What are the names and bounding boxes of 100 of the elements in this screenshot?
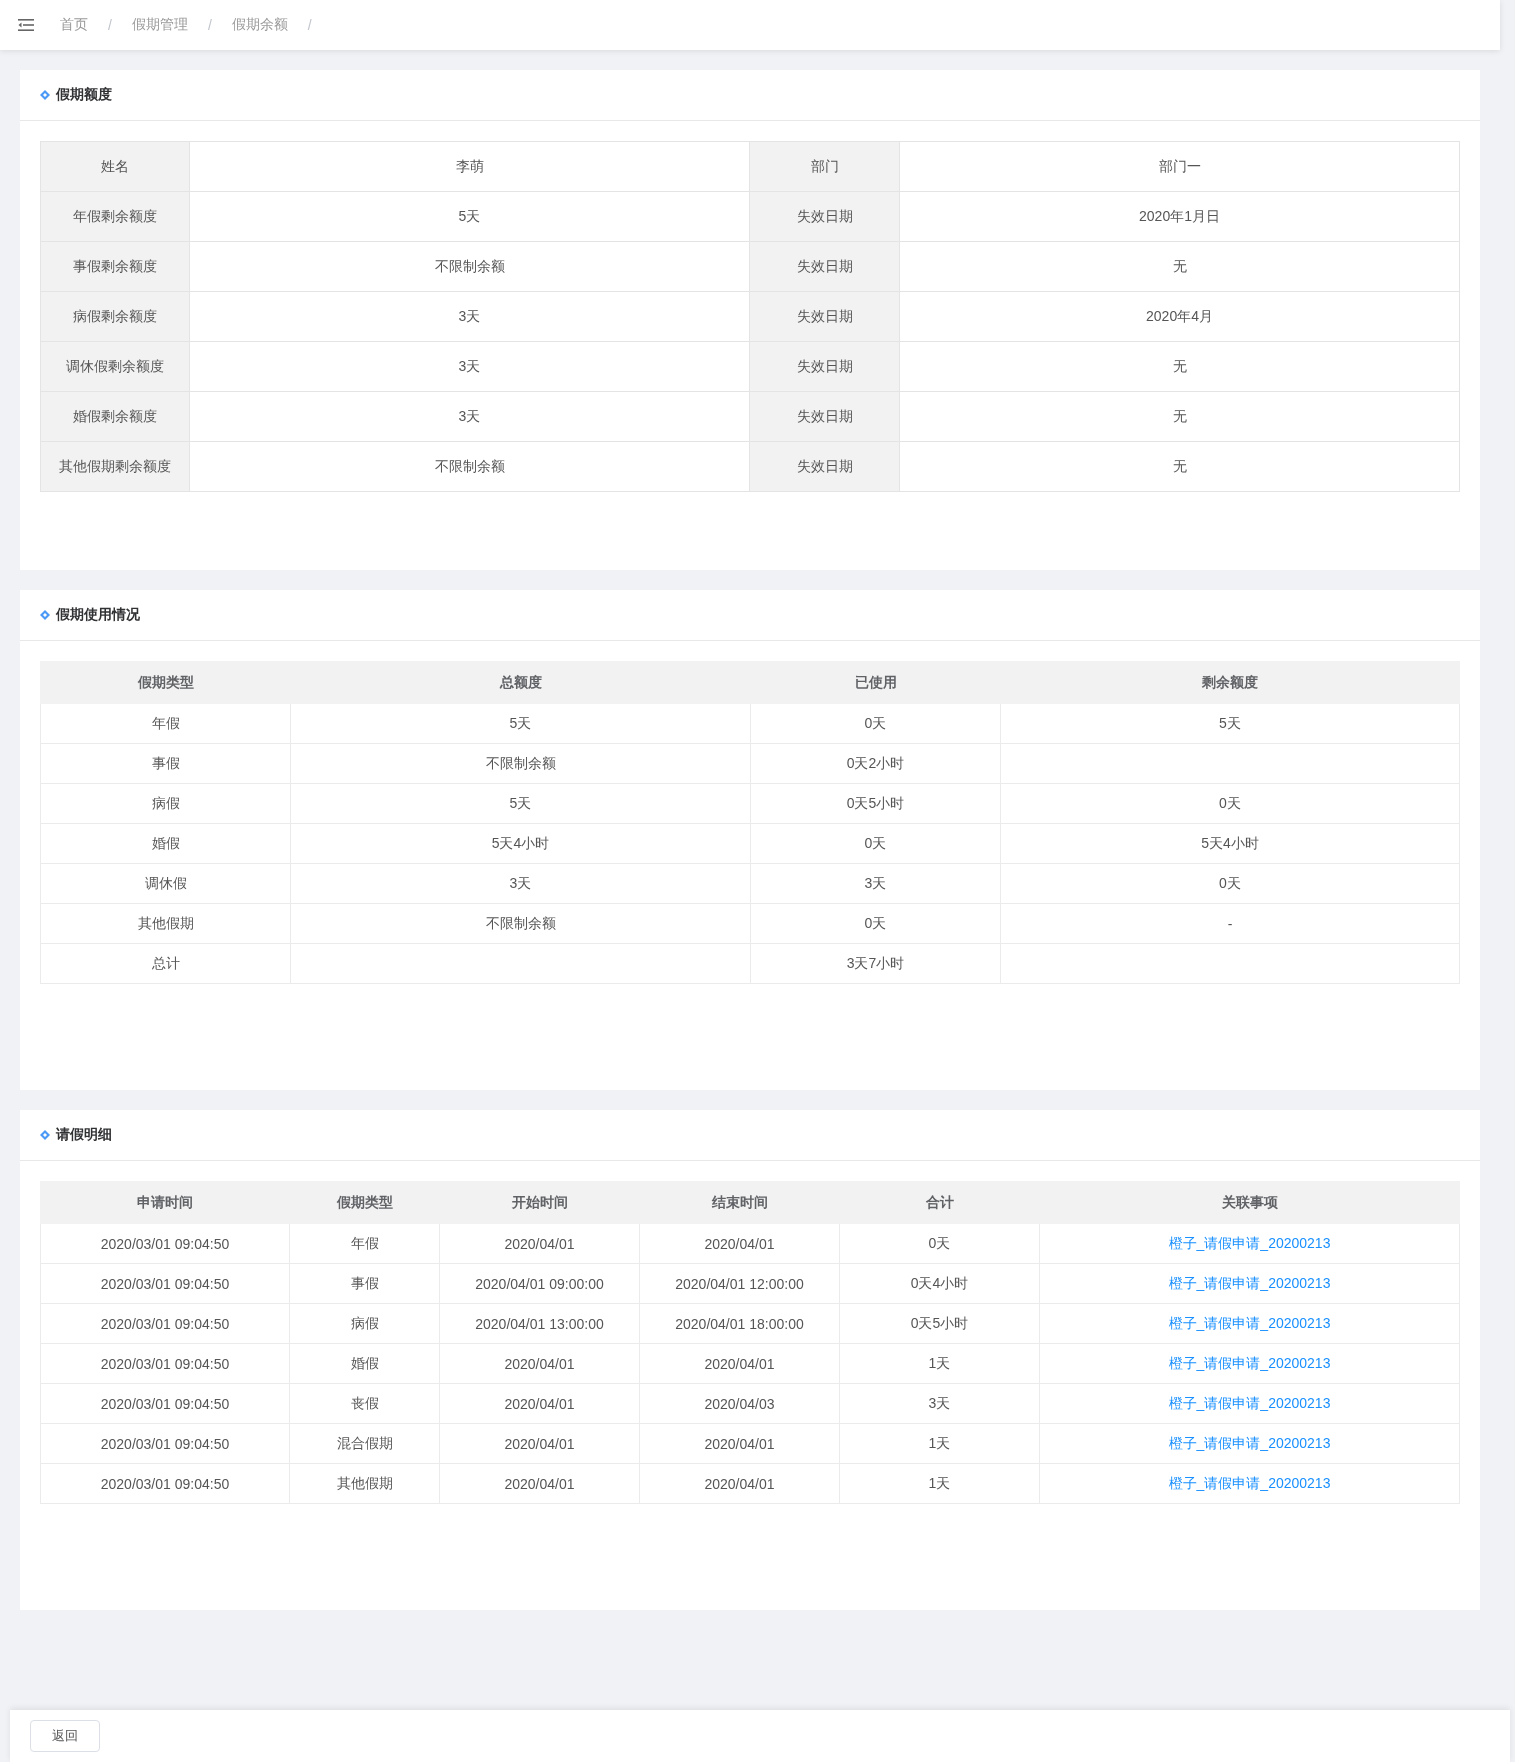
column-header: 开始时间 [439,1181,640,1224]
value-cell: 无 [899,441,1460,492]
table-cell: 1天 [839,1343,1040,1384]
value-cell: 李萌 [189,141,750,192]
section-title: 假期使用情况 [56,606,140,624]
column-header: 剩余额度 [1000,661,1460,704]
request-link[interactable]: 橙子_请假申请_20200213 [1168,1394,1331,1411]
request-link[interactable]: 橙子_请假申请_20200213 [1168,1354,1331,1371]
column-header: 申请时间 [40,1181,290,1224]
label-cell: 失效日期 [749,191,900,242]
table-cell: 年假 [289,1223,440,1264]
table-cell: 2020/03/01 09:04:50 [40,1463,290,1504]
table-cell: 年假 [40,703,291,744]
table-cell: 5天 [1000,703,1460,744]
breadcrumb-link[interactable]: 假期管理 [131,16,188,34]
table-cell: 2020/04/01 [439,1223,640,1264]
request-link[interactable]: 橙子_请假申请_20200213 [1168,1314,1331,1331]
section-title: 请假明细 [56,1126,112,1144]
menu-icon[interactable] [18,19,34,31]
table-cell: 2020/03/01 09:04:50 [40,1343,290,1384]
value-cell: 无 [899,241,1460,292]
table-cell: 0天5小时 [839,1303,1040,1344]
label-cell: 失效日期 [749,391,900,442]
table-cell: 3天 [750,863,1001,904]
column-header: 已使用 [750,661,1001,704]
table-cell: 0天2小时 [750,743,1001,784]
table-cell: 事假 [289,1263,440,1304]
table-cell: 2020/04/01 [439,1423,640,1464]
request-link[interactable]: 橙子_请假申请_20200213 [1168,1434,1331,1451]
label-cell: 事假剩余额度 [40,241,190,292]
table-cell: 5天4小时 [290,823,751,864]
request-link[interactable]: 橙子_请假申请_20200213 [1168,1474,1331,1491]
label-cell: 婚假剩余额度 [40,391,190,442]
table-cell: 2020/04/01 [639,1343,840,1384]
value-cell: 3天 [189,341,750,392]
table-cell: 婚假 [40,823,291,864]
table-cell: 2020/03/01 09:04:50 [40,1383,290,1424]
breadcrumb-link[interactable]: 假期余额 [231,16,288,34]
table-cell: 病假 [40,783,291,824]
table-cell: 1天 [839,1423,1040,1464]
table-cell: 0天 [750,823,1001,864]
request-link[interactable]: 橙子_请假申请_20200213 [1168,1234,1331,1251]
table-cell: 2020/04/01 [639,1223,840,1264]
table-cell: 0天 [750,903,1001,944]
back-button[interactable]: 返回 [30,1720,100,1752]
label-cell: 年假剩余额度 [40,191,190,242]
table-cell: 2020/04/01 [639,1463,840,1504]
table-cell: 不限制余额 [290,743,751,784]
breadcrumb-link[interactable]: 首页 [60,16,88,34]
value-cell: 5天 [189,191,750,242]
table-cell: 3天 [290,863,751,904]
table-cell: 0天 [1000,863,1460,904]
table-cell: 0天5小时 [750,783,1001,824]
value-cell: 2020年4月 [899,291,1460,342]
diamond-icon [40,90,50,100]
column-header: 结束时间 [639,1181,840,1224]
table-cell: 2020/04/01 12:00:00 [639,1263,840,1304]
label-cell: 调休假剩余额度 [40,341,190,392]
table-cell: 1天 [839,1463,1040,1504]
table-cell: 2020/04/01 [639,1423,840,1464]
table-cell: 事假 [40,743,291,784]
table-cell: 2020/04/01 [439,1463,640,1504]
table-cell: 病假 [289,1303,440,1344]
table-cell: 2020/04/03 [639,1383,840,1424]
table-cell: - [1000,903,1460,944]
table-cell: 混合假期 [289,1423,440,1464]
breadcrumb-separator: / [108,17,112,33]
table-cell: 2020/04/01 13:00:00 [439,1303,640,1344]
table-cell: 调休假 [40,863,291,904]
table-cell: 0天 [750,703,1001,744]
table-cell: 2020/03/01 09:04:50 [40,1303,290,1344]
value-cell: 不限制余额 [189,241,750,292]
table-cell: 2020/04/01 [439,1343,640,1384]
table-cell: 3天 [839,1383,1040,1424]
table-cell: 不限制余额 [290,903,751,944]
table-cell: 2020/04/01 [439,1383,640,1424]
table-cell: 0天 [1000,783,1460,824]
label-cell: 失效日期 [749,241,900,292]
column-header: 假期类型 [40,661,291,704]
label-cell: 失效日期 [749,291,900,342]
table-cell: 2020/03/01 09:04:50 [40,1263,290,1304]
value-cell: 不限制余额 [189,441,750,492]
section-title: 假期额度 [56,86,112,104]
value-cell: 2020年1月日 [899,191,1460,242]
table-cell: 5天 [290,703,751,744]
breadcrumb-separator: / [207,17,212,33]
value-cell: 部门一 [899,141,1460,192]
label-cell: 失效日期 [749,441,900,492]
table-cell: 丧假 [289,1383,440,1424]
table-cell: 2020/04/01 18:00:00 [639,1303,840,1344]
request-link[interactable]: 橙子_请假申请_20200213 [1168,1274,1331,1291]
table-cell: 0天4小时 [839,1263,1040,1304]
column-header: 总额度 [290,661,751,704]
value-cell: 3天 [189,391,750,442]
label-cell: 失效日期 [749,341,900,392]
label-cell: 病假剩余额度 [40,291,190,342]
table-cell: 其他假期 [40,903,291,944]
table-cell: 2020/03/01 09:04:50 [40,1423,290,1464]
table-cell: 总计 [40,943,291,984]
table-cell: 2020/03/01 09:04:50 [40,1223,290,1264]
